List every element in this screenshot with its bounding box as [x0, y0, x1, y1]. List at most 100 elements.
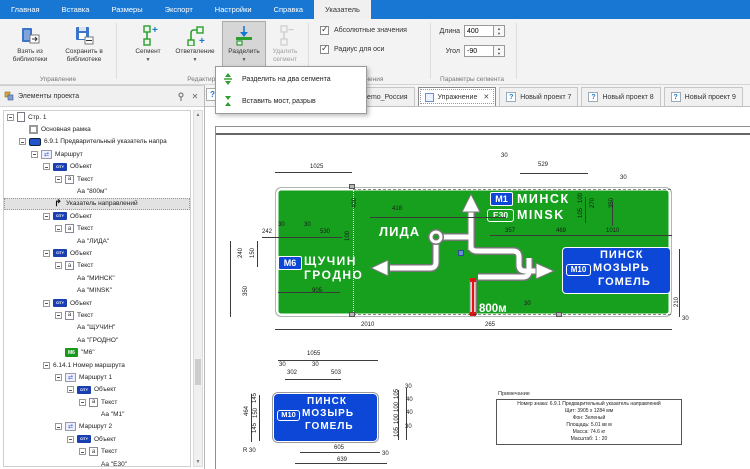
sign-text-minsk-ru[interactable]: МИНСК: [517, 192, 570, 206]
collapse-icon[interactable]: [7, 114, 14, 121]
menubar-item-3[interactable]: Размеры: [100, 0, 153, 19]
tree-item[interactable]: Аа "Е30": [4, 458, 190, 467]
menubar-item-1[interactable]: Главная: [0, 0, 51, 19]
tree-item[interactable]: ↱Указатель направлений: [4, 198, 190, 210]
tree-item[interactable]: Аа "ГРОДНО": [4, 334, 190, 346]
scroll-up-icon[interactable]: ▲: [194, 112, 202, 118]
collapse-icon[interactable]: [67, 436, 74, 443]
tree-item[interactable]: аТекст: [4, 446, 190, 458]
sign-text-schuchin[interactable]: ЩУЧИН: [304, 254, 357, 268]
tree-item[interactable]: Стр. 1: [4, 111, 190, 123]
tree-item[interactable]: М6"М6": [4, 346, 190, 358]
scrollbar-thumb[interactable]: [195, 359, 201, 385]
menubar-item-5[interactable]: Настройки: [204, 0, 263, 19]
tree-item[interactable]: Аа "МИНСК": [4, 272, 190, 284]
pin-icon[interactable]: [176, 92, 186, 101]
collapse-icon[interactable]: [19, 138, 26, 145]
sign-text-grodno[interactable]: ГРОДНО: [304, 268, 363, 282]
close-panel-icon[interactable]: ✕: [190, 92, 200, 101]
menubar-item-2[interactable]: Вставка: [51, 0, 101, 19]
tab-4[interactable]: ?Новый проект 8: [581, 87, 660, 106]
sign-text-distance[interactable]: 800м: [479, 303, 507, 315]
menubar-item-7[interactable]: Указатель: [314, 0, 371, 19]
collapse-icon[interactable]: [43, 213, 50, 220]
tree-item[interactable]: CITYОбъект: [4, 433, 190, 445]
collapse-icon[interactable]: [55, 176, 62, 183]
tree-item[interactable]: 6.9.1 Предварительный указатель напра: [4, 136, 190, 148]
menu-item-1[interactable]: Разделить на два сегмента: [216, 68, 366, 90]
tree-item[interactable]: Аа "ЛИДА": [4, 235, 190, 247]
collapse-icon[interactable]: [55, 374, 62, 381]
collapse-icon[interactable]: [67, 386, 74, 393]
tab-label: Новый проект 7: [520, 94, 571, 101]
route-badge-e30[interactable]: Е30: [487, 209, 514, 222]
menu-item-2[interactable]: Вставить мост, разрыв: [216, 90, 366, 112]
spinner-icon[interactable]: ▲▼: [494, 25, 505, 37]
tree-item[interactable]: ⇄Маршрут: [4, 148, 190, 160]
menubar-item-6[interactable]: Справка: [263, 0, 314, 19]
collapse-icon[interactable]: [55, 225, 62, 232]
ribbon-button-lib-save[interactable]: Сохранить вбиблиотеке: [56, 21, 112, 76]
tab-3[interactable]: ?Новый проект 7: [499, 87, 578, 106]
route-badge-m6[interactable]: М6: [278, 256, 302, 270]
sign-text-lida[interactable]: ЛИДА: [379, 224, 420, 239]
tree-item[interactable]: аТекст: [4, 396, 190, 408]
ribbon-button-lib-take[interactable]: Взять избиблиотеки: [6, 21, 54, 76]
tree-item[interactable]: CITYОбъект: [4, 247, 190, 259]
tree-item-label: Аа "MINSK": [77, 287, 112, 294]
ribbon-button-segment[interactable]: +Сегмент▼: [126, 21, 170, 76]
tree-item[interactable]: CITYОбъект: [4, 161, 190, 173]
tree-item[interactable]: аТекст: [4, 260, 190, 272]
tree-item[interactable]: Аа "М1": [4, 408, 190, 420]
checkbox-icon[interactable]: ✓: [320, 45, 329, 54]
collapse-icon[interactable]: [55, 423, 62, 430]
tree-item[interactable]: CITYОбъект: [4, 384, 190, 396]
detail-sign-drawing[interactable]: ПИНСК М10 МОЗЫРЬ ГОМЕЛЬ: [273, 393, 378, 442]
tree-item[interactable]: CITYОбъект: [4, 297, 190, 309]
sign-text-minsk-en[interactable]: MINSK: [517, 208, 565, 222]
tree-item[interactable]: аТекст: [4, 173, 190, 185]
collapse-icon[interactable]: [55, 312, 62, 319]
field-input-2[interactable]: [464, 45, 494, 57]
dimension-label: R 30: [243, 448, 256, 454]
collapse-icon[interactable]: [43, 362, 50, 369]
node-handle[interactable]: [458, 250, 464, 256]
close-tab-icon[interactable]: ✕: [483, 93, 489, 101]
spinner-icon[interactable]: ▲▼: [494, 45, 505, 57]
tree-item[interactable]: аТекст: [4, 309, 190, 321]
field-input-1[interactable]: [464, 25, 494, 37]
collapse-icon[interactable]: [43, 300, 50, 307]
collapse-icon[interactable]: [79, 399, 86, 406]
tab-2[interactable]: Упражнение✕: [418, 87, 497, 106]
tree-item[interactable]: ⇄Маршрут 2: [4, 421, 190, 433]
tree-item-label: Маршрут: [55, 151, 83, 158]
scroll-down-icon[interactable]: ▼: [194, 459, 202, 465]
collapse-icon[interactable]: [55, 262, 62, 269]
collapse-icon[interactable]: [31, 151, 38, 158]
collapse-icon[interactable]: [79, 448, 86, 455]
ribbon-button-branch[interactable]: +Ответвление▼: [170, 21, 220, 76]
pinsk-panel[interactable]: ПИНСК М10 МОЗЫРЬ ГОМЕЛЬ: [562, 247, 671, 294]
checkbox-1[interactable]: ✓Абсолютные значения: [320, 26, 407, 35]
tree-item-label: Аа "ГРОДНО": [77, 337, 118, 344]
tree-item[interactable]: аТекст: [4, 223, 190, 235]
menubar-item-4[interactable]: Экспорт: [154, 0, 204, 19]
selection-handle[interactable]: [349, 312, 355, 317]
tree-item[interactable]: Аа "MINSK": [4, 284, 190, 296]
collapse-icon[interactable]: [43, 163, 50, 170]
collapse-icon[interactable]: [43, 250, 50, 257]
checkbox-2[interactable]: ✓Радиус для оси: [320, 45, 384, 54]
tree-item[interactable]: ⇄Маршрут 1: [4, 371, 190, 383]
selection-handle[interactable]: [349, 184, 355, 189]
selection-handle[interactable]: [556, 312, 562, 317]
tree-item[interactable]: CITYОбъект: [4, 210, 190, 222]
tree-item[interactable]: 6.14.1 Номер маршрута: [4, 359, 190, 371]
route-badge-m1[interactable]: М1: [490, 192, 513, 206]
dimension-line: [285, 379, 341, 380]
tree-item[interactable]: Основная рамка: [4, 123, 190, 135]
tree-scrollbar[interactable]: ▲ ▼: [193, 110, 203, 467]
tab-5[interactable]: ?Новый проект 9: [664, 87, 743, 106]
checkbox-icon[interactable]: ✓: [320, 26, 329, 35]
tree-item[interactable]: Аа "ЩУЧИН": [4, 322, 190, 334]
tree-item[interactable]: Аа "800м": [4, 185, 190, 197]
